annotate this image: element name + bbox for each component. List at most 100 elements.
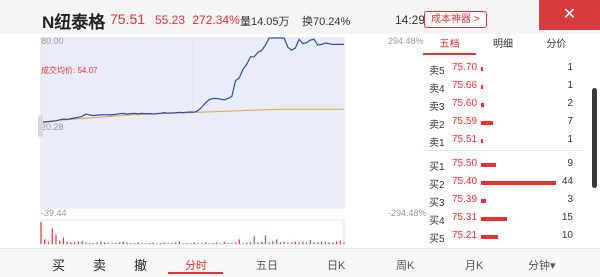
- ask-row[interactable]: 卖1 75.51 1: [423, 134, 583, 149]
- volume-bar: [249, 242, 252, 244]
- price-change: 55.23 272.34%: [155, 13, 240, 27]
- volume-bar: [66, 241, 68, 244]
- ask-row[interactable]: 卖5 75.70 1: [423, 62, 583, 77]
- volume-bar: [171, 243, 173, 244]
- level-bar: [481, 163, 497, 167]
- volume-bar: [81, 240, 83, 244]
- volume-bar: [107, 243, 109, 244]
- y-axis-mid: 20.28: [41, 122, 64, 132]
- tab-minute[interactable]: 分钟▾: [528, 257, 556, 273]
- volume-bar: [51, 228, 53, 244]
- tab-five-day[interactable]: 五日: [256, 257, 278, 273]
- volume-bar: [339, 240, 341, 244]
- volume-bar: [291, 242, 293, 244]
- volume-bar: [92, 243, 94, 244]
- level-bar: [481, 181, 556, 185]
- volume-bar: [212, 243, 214, 244]
- volume-bar: [145, 243, 147, 244]
- volume-bar: [178, 241, 181, 244]
- cancel-button[interactable]: 撤: [134, 255, 147, 274]
- level-price: 75.50: [452, 158, 478, 169]
- panel-drag-handle[interactable]: [592, 88, 597, 188]
- volume-bar: [294, 241, 296, 244]
- tab-five-levels[interactable]: 五档: [423, 35, 477, 55]
- level-label: 买5: [429, 234, 445, 245]
- bid-row[interactable]: 买3 75.39 3: [423, 194, 583, 209]
- level-price: 75.21: [452, 230, 478, 241]
- volume-bar: [152, 242, 154, 244]
- volume-bar: [197, 243, 199, 244]
- volume-bar: [204, 242, 207, 244]
- bid-row[interactable]: 买5 75.21 10: [423, 230, 583, 245]
- volume-bar: [62, 237, 65, 244]
- volume-label: 量14.05万: [240, 16, 290, 28]
- ask-row[interactable]: 卖2 75.59 7: [423, 116, 583, 131]
- level-bar: [481, 85, 483, 89]
- volume-bar: [335, 241, 338, 244]
- volume-bar: [163, 242, 166, 244]
- volume-bar: [234, 242, 237, 244]
- volume-bar: [313, 242, 315, 244]
- chart-drag-handle[interactable]: [38, 115, 43, 137]
- volume-bar: [242, 243, 244, 244]
- level-bar: [481, 67, 483, 71]
- volume-bar: [264, 235, 267, 244]
- volume-bar: [137, 242, 139, 244]
- volume-bar: [317, 242, 319, 244]
- volume-bar: [40, 222, 42, 244]
- ask-row[interactable]: 卖4 75.66 1: [423, 80, 583, 95]
- volume-bar: [182, 243, 184, 244]
- buy-button[interactable]: 买: [52, 255, 65, 274]
- tab-daily-k[interactable]: 日K: [327, 257, 345, 273]
- sell-button[interactable]: 卖: [93, 255, 106, 274]
- volume-bar: [253, 236, 255, 244]
- volume-bar: [186, 243, 188, 244]
- change-value: 55.23: [155, 13, 186, 27]
- level-qty: 3: [567, 194, 573, 205]
- bid-row[interactable]: 买2 75.40 44: [423, 176, 583, 191]
- volume-bar: [111, 243, 113, 244]
- level-bar: [481, 139, 483, 143]
- ask-row[interactable]: 卖3 75.60 2: [423, 98, 583, 113]
- volume-bar: [175, 242, 177, 244]
- level-qty: 9: [567, 158, 573, 169]
- level-qty: 7: [567, 116, 573, 127]
- volume-bar: [287, 242, 289, 244]
- volume-bar: [59, 240, 61, 244]
- tab-weekly-k[interactable]: 周K: [396, 257, 414, 273]
- cost-tool-button[interactable]: 成本神器 >: [424, 11, 487, 28]
- level-label: 卖3: [429, 102, 445, 113]
- level-qty: 44: [561, 176, 573, 187]
- pct-axis-bottom: -294.48%: [388, 208, 427, 218]
- y-axis-bottom: -39.44: [41, 208, 67, 218]
- volume-bar: [77, 241, 80, 244]
- volume-bar: [208, 243, 210, 244]
- volume-bar: [167, 243, 169, 244]
- volume-bar: [332, 242, 334, 244]
- stock-name: N纽泰格: [42, 13, 106, 32]
- volume-bar: [223, 241, 225, 244]
- volume-bar: [279, 242, 282, 244]
- bid-row[interactable]: 买1 75.50 9: [423, 158, 583, 173]
- volume-bar: [231, 243, 233, 244]
- bid-row[interactable]: 买4 75.31 15: [423, 212, 583, 227]
- active-tab-indicator: [168, 272, 223, 274]
- level-label: 买4: [429, 216, 445, 227]
- level-qty: 1: [567, 80, 573, 91]
- level-label: 买2: [429, 180, 445, 191]
- volume-bar: [133, 243, 136, 244]
- volume-bar: [324, 242, 326, 244]
- level-label: 卖2: [429, 120, 445, 131]
- volume-bar: [268, 242, 270, 244]
- level-qty: 15: [561, 212, 573, 223]
- volume-bar: [328, 242, 330, 244]
- tab-price-dist[interactable]: 分价: [530, 35, 583, 55]
- tab-monthly-k[interactable]: 月K: [465, 257, 483, 273]
- level-qty: 10: [561, 230, 573, 241]
- volume-bar: [261, 241, 263, 244]
- tab-intraday[interactable]: 分时: [185, 257, 207, 273]
- tab-details[interactable]: 明细: [476, 35, 529, 55]
- volume-bar: [74, 242, 76, 244]
- level-bar: [481, 199, 487, 203]
- close-button[interactable]: ✕: [539, 0, 600, 30]
